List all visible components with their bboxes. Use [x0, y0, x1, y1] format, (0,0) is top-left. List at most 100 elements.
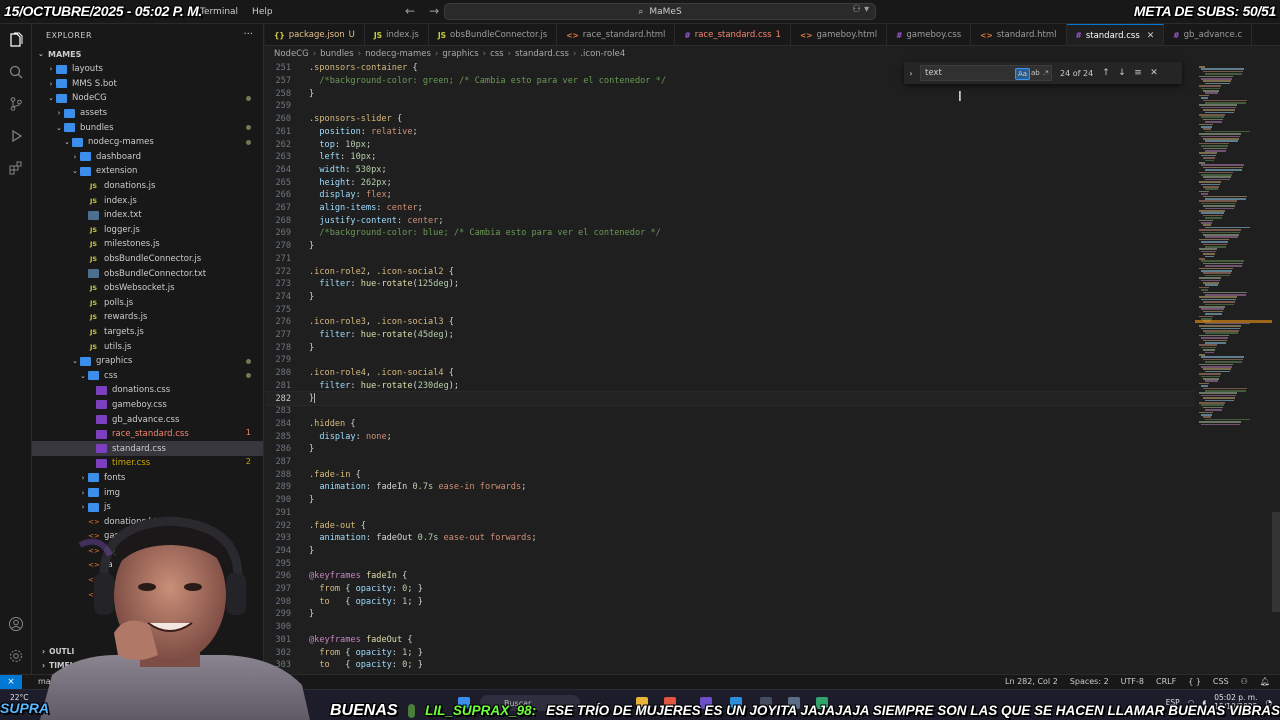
tree-folder[interactable]: ⌄ graphics — [32, 354, 263, 369]
tree-folder[interactable]: ⌄ nodecg-mames — [32, 135, 263, 150]
whole-word-toggle[interactable]: ab — [1029, 68, 1042, 78]
breadcrumb-item[interactable]: bundles — [320, 49, 354, 59]
code-line[interactable]: 276 .icon-role3, .icon-social3 { — [265, 316, 1195, 329]
tree-file[interactable]: JS polls.js — [32, 296, 263, 311]
code-line[interactable]: 300 — [265, 621, 1195, 634]
code-line[interactable]: 295 — [265, 557, 1195, 570]
tree-folder[interactable]: › img — [32, 485, 263, 500]
tree-file[interactable]: JS targets.js — [32, 325, 263, 340]
tree-file[interactable]: JS index.js — [32, 193, 263, 208]
code-line[interactable]: 258} — [265, 87, 1195, 100]
close-icon[interactable]: ✕ — [1146, 68, 1162, 78]
code-line[interactable]: 264 width: 530px; — [265, 164, 1195, 177]
tree-folder[interactable]: ⌄ css — [32, 368, 263, 383]
code-line[interactable]: 267 align-items: center; — [265, 202, 1195, 215]
account-icon[interactable] — [6, 614, 26, 634]
code-line[interactable]: 278} — [265, 341, 1195, 354]
cursor-position[interactable]: Ln 282, Col 2 — [1005, 677, 1058, 686]
code-line[interactable]: 279 — [265, 354, 1195, 367]
breadcrumb-item[interactable]: standard.css — [515, 49, 569, 59]
code-editor[interactable]: 251 .sponsors-container {257 /*background… — [265, 62, 1195, 674]
tree-file[interactable]: race_standard.css 1 — [32, 427, 263, 442]
code-line[interactable]: 285 display: none; — [265, 430, 1195, 443]
code-line[interactable]: 275 — [265, 303, 1195, 316]
match-case-toggle[interactable]: Aa — [1015, 68, 1031, 80]
editor-tab[interactable]: <> gameboy.html — [791, 24, 888, 45]
code-line[interactable]: 282} — [265, 391, 1195, 406]
editor-tab[interactable]: # gameboy.css — [887, 24, 972, 45]
code-line[interactable]: 270} — [265, 240, 1195, 253]
code-line[interactable]: 291 — [265, 507, 1195, 520]
find-input[interactable]: text Aa ab .* — [920, 65, 1052, 81]
code-line[interactable]: 296 @keyframes fadeIn { — [265, 570, 1195, 583]
editor-tab[interactable]: # gb_advance.c — [1164, 24, 1253, 45]
menu-terminal[interactable]: Terminal — [200, 7, 238, 17]
code-line[interactable]: 283 — [265, 405, 1195, 418]
next-match-icon[interactable]: ↓ — [1114, 68, 1130, 78]
previous-match-icon[interactable]: ↑ — [1098, 68, 1114, 78]
breadcrumb-item[interactable]: css — [490, 49, 504, 59]
code-line[interactable]: 274} — [265, 291, 1195, 304]
workspace-header[interactable]: ⌄ MAMES — [32, 46, 263, 62]
code-line[interactable]: 294} — [265, 545, 1195, 558]
tree-folder[interactable]: › js — [32, 500, 263, 515]
breadcrumb-item[interactable]: .icon-role4 — [580, 49, 625, 59]
code-line[interactable]: 268 justify-content: center; — [265, 214, 1195, 227]
code-line[interactable]: 303 to { opacity: 0; } — [265, 659, 1195, 672]
tree-file[interactable]: JS utils.js — [32, 339, 263, 354]
code-line[interactable]: 262 top: 10px; — [265, 138, 1195, 151]
language-mode[interactable]: CSS — [1213, 677, 1229, 686]
tree-folder[interactable]: ⌄ extension — [32, 164, 263, 179]
find-in-selection-icon[interactable]: ≡ — [1130, 68, 1146, 78]
tree-file[interactable]: obsBundleConnector.txt — [32, 266, 263, 281]
code-line[interactable]: 265 height: 262px; — [265, 176, 1195, 189]
editor-tab[interactable]: JS index.js — [365, 24, 429, 45]
tree-file[interactable]: gb_advance.css — [32, 412, 263, 427]
editor-tab[interactable]: JS obsBundleConnector.js — [429, 24, 558, 45]
close-tab-icon[interactable]: ✕ — [1147, 31, 1155, 41]
tree-file[interactable]: timer.css 2 — [32, 456, 263, 471]
code-line[interactable]: 286} — [265, 443, 1195, 456]
code-line[interactable]: 292 .fade-out { — [265, 519, 1195, 532]
code-line[interactable]: 288 .fade-in { — [265, 468, 1195, 481]
code-line[interactable]: 301 @keyframes fadeOut { — [265, 634, 1195, 647]
code-line[interactable]: 280 .icon-role4, .icon-social4 { — [265, 367, 1195, 380]
run-debug-icon[interactable] — [6, 126, 26, 146]
vertical-scrollbar[interactable] — [1272, 62, 1280, 674]
copilot-status-icon[interactable]: ⚇ — [1241, 677, 1248, 686]
extensions-icon[interactable] — [6, 158, 26, 178]
editor-tab[interactable]: <> standard.html — [971, 24, 1067, 45]
command-center[interactable]: ⌕ MaMeS — [444, 3, 876, 20]
code-line[interactable]: 259 — [265, 100, 1195, 113]
tree-file[interactable]: JS rewards.js — [32, 310, 263, 325]
editor-tab[interactable]: # standard.css ✕ — [1066, 24, 1165, 45]
end-of-line[interactable]: CRLF — [1156, 677, 1176, 686]
code-line[interactable]: 273 filter: hue-rotate(125deg); — [265, 278, 1195, 291]
source-control-icon[interactable] — [6, 94, 26, 114]
breadcrumb-item[interactable]: nodecg-mames — [365, 49, 431, 59]
more-actions-icon[interactable]: ··· — [243, 29, 253, 40]
code-line[interactable]: 290} — [265, 494, 1195, 507]
code-line[interactable]: 281 filter: hue-rotate(230deg); — [265, 380, 1195, 393]
encoding[interactable]: UTF-8 — [1121, 677, 1144, 686]
code-line[interactable]: 263 left: 10px; — [265, 151, 1195, 164]
tree-folder[interactable]: › fonts — [32, 471, 263, 486]
forward-arrow-icon[interactable]: → — [429, 4, 439, 18]
tree-file[interactable]: JS obsWebsocket.js — [32, 281, 263, 296]
tree-file[interactable]: standard.css — [32, 441, 263, 457]
code-line[interactable]: 260 .sponsors-slider { — [265, 113, 1195, 126]
indentation[interactable]: Spaces: 2 — [1070, 677, 1109, 686]
tree-file[interactable]: JS donations.js — [32, 179, 263, 194]
explorer-icon[interactable] — [6, 30, 26, 50]
braces-icon[interactable]: { } — [1188, 677, 1201, 686]
code-line[interactable]: 272 .icon-role2, .icon-social2 { — [265, 265, 1195, 278]
scrollbar-thumb[interactable] — [1272, 512, 1280, 612]
tree-folder[interactable]: ⌄ NodeCG — [32, 91, 263, 106]
menu-help[interactable]: Help — [252, 7, 273, 17]
back-arrow-icon[interactable]: ← — [405, 4, 415, 18]
code-line[interactable]: 269 /*background-color: blue; /* Cambia … — [265, 227, 1195, 240]
tree-file[interactable]: JS milestones.js — [32, 237, 263, 252]
tree-file[interactable]: index.txt — [32, 208, 263, 223]
code-line[interactable]: 293 animation: fadeOut 0.7s ease-out for… — [265, 532, 1195, 545]
code-line[interactable]: 297 from { opacity: 0; } — [265, 583, 1195, 596]
